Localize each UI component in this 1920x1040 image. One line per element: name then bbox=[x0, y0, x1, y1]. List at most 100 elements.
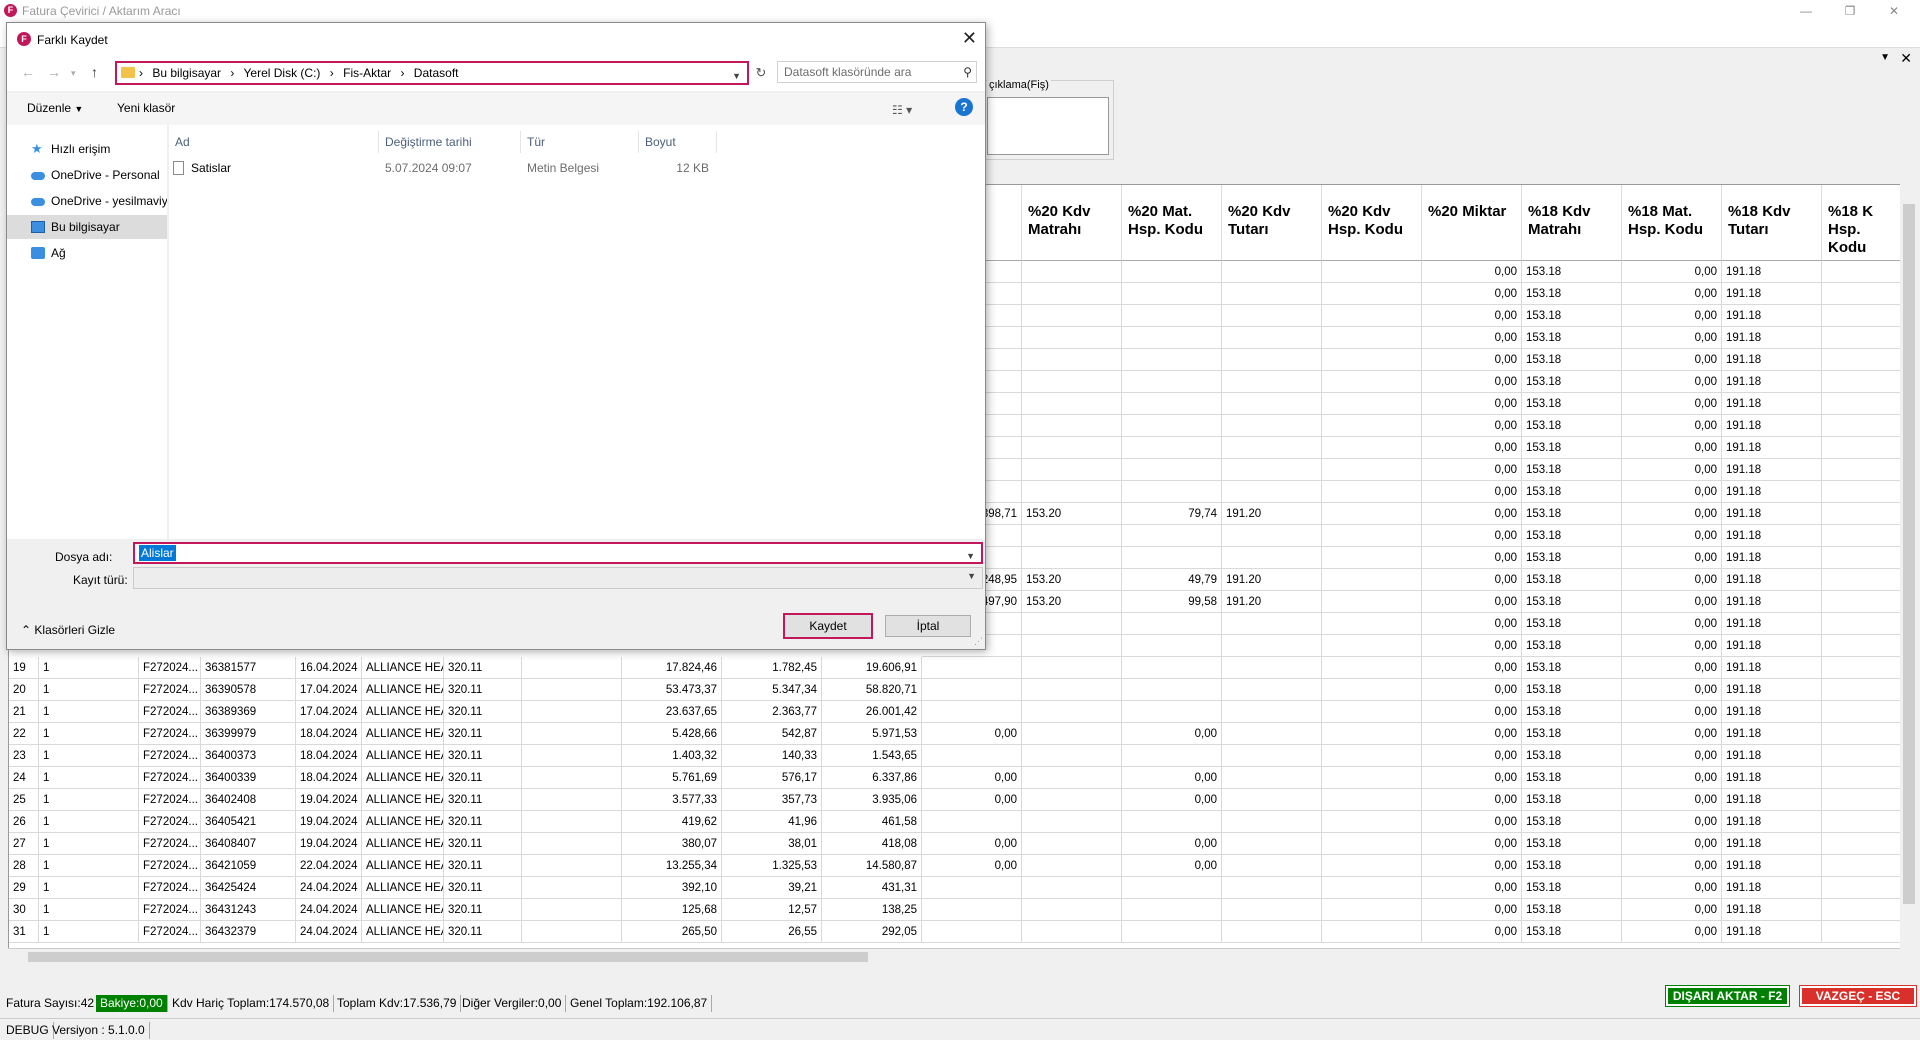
kdv18-mat-kod-cell[interactable]: 153.18 bbox=[1522, 437, 1622, 459]
kdv18-tutar-cell[interactable]: 0,00 bbox=[1622, 547, 1722, 569]
kdv18-mat-kod-cell[interactable]: 153.18 bbox=[1522, 481, 1622, 503]
cell-v3[interactable]: 5.971,53 bbox=[822, 723, 922, 745]
kdv20-tutar-cell[interactable] bbox=[1122, 371, 1222, 393]
kdv18-matrah-cell[interactable]: 0,00 bbox=[1422, 745, 1522, 767]
grid-cell[interactable] bbox=[1822, 811, 1900, 833]
kdv20-miktar-cell[interactable] bbox=[1322, 283, 1422, 305]
kdv20-hsp-kod-cell[interactable]: 191.20 bbox=[1222, 503, 1322, 525]
kdv20-miktar-cell[interactable] bbox=[1322, 811, 1422, 833]
fis-description-input[interactable] bbox=[987, 97, 1109, 155]
kdv18-hsp-kod-cell[interactable]: 191.18 bbox=[1722, 877, 1822, 899]
cell-no[interactable]: 29 bbox=[9, 877, 39, 899]
cell-acc[interactable]: 320.11 bbox=[444, 657, 522, 679]
breadcrumb-local-disk[interactable]: Yerel Disk (C:) bbox=[244, 66, 321, 80]
kdv20-mat-kod-cell[interactable] bbox=[1022, 855, 1122, 877]
kdv18-mat-kod-cell[interactable]: 153.18 bbox=[1522, 745, 1622, 767]
kdv18-tutar-cell[interactable]: 0,00 bbox=[1622, 635, 1722, 657]
kdv18-tutar-cell[interactable]: 0,00 bbox=[1622, 789, 1722, 811]
dialog-close-icon[interactable]: ✕ bbox=[962, 28, 977, 49]
cell-no[interactable]: 22 bbox=[9, 723, 39, 745]
kdv18-hsp-kod-cell[interactable]: 191.18 bbox=[1722, 657, 1822, 679]
cell-v3[interactable]: 6.337,86 bbox=[822, 767, 922, 789]
kdv20-mat-kod-cell[interactable] bbox=[1022, 437, 1122, 459]
kdv18-hsp-kod-cell[interactable]: 191.18 bbox=[1722, 437, 1822, 459]
kdv18-mat-kod-cell[interactable]: 153.18 bbox=[1522, 833, 1622, 855]
cell-no[interactable]: 24 bbox=[9, 767, 39, 789]
cell-v1[interactable]: 17.824,46 bbox=[622, 657, 722, 679]
kdv18-matrah-cell[interactable]: 0,00 bbox=[1422, 393, 1522, 415]
kdv18-hsp-kod-cell[interactable]: 191.18 bbox=[1722, 591, 1822, 613]
kdv20-hsp-kod-cell[interactable] bbox=[1222, 657, 1322, 679]
kdv18-hsp-kod-cell[interactable]: 191.18 bbox=[1722, 327, 1822, 349]
kdv20-miktar-cell[interactable] bbox=[1322, 745, 1422, 767]
kdv18-hsp-kod-cell[interactable]: 191.18 bbox=[1722, 503, 1822, 525]
kdv20-miktar-cell[interactable] bbox=[1322, 437, 1422, 459]
kdv18-mat-kod-cell[interactable]: 153.18 bbox=[1522, 855, 1622, 877]
kdv18-matrah-cell[interactable]: 0,00 bbox=[1422, 899, 1522, 921]
kdv18-matrah-cell[interactable]: 0,00 bbox=[1422, 569, 1522, 591]
kdv18-mat-kod-cell[interactable]: 153.18 bbox=[1522, 811, 1622, 833]
kdv18-hsp-kod-cell[interactable]: 191.18 bbox=[1722, 481, 1822, 503]
kdv20-tutar-cell[interactable] bbox=[1122, 877, 1222, 899]
cell-acc[interactable]: 320.11 bbox=[444, 679, 522, 701]
cell-blank[interactable] bbox=[522, 767, 622, 789]
kdv18-tutar-cell[interactable]: 0,00 bbox=[1622, 349, 1722, 371]
kdv18-matrah-cell[interactable]: 0,00 bbox=[1422, 679, 1522, 701]
kdv20-miktar-cell[interactable] bbox=[1322, 701, 1422, 723]
kdv18-hsp-kod-cell[interactable]: 191.18 bbox=[1722, 613, 1822, 635]
vertical-scrollbar[interactable] bbox=[1900, 184, 1918, 962]
cell-a[interactable]: 1 bbox=[39, 745, 139, 767]
kdv18-matrah-cell[interactable]: 0,00 bbox=[1422, 547, 1522, 569]
cell-b[interactable]: 36425424 bbox=[201, 877, 296, 899]
cell-b[interactable]: 36402408 bbox=[201, 789, 296, 811]
cell-fno[interactable]: F272024... bbox=[139, 745, 201, 767]
kdv20-hsp-kod-cell[interactable] bbox=[1222, 701, 1322, 723]
cell-no[interactable]: 21 bbox=[9, 701, 39, 723]
recent-chevron-icon[interactable]: ▾ bbox=[71, 68, 76, 79]
kdv18-mat-kod-cell[interactable]: 153.18 bbox=[1522, 415, 1622, 437]
cell-fno[interactable]: F272024... bbox=[139, 657, 201, 679]
column-header[interactable]: %20 Kdv Hsp. Kodu bbox=[1322, 185, 1422, 261]
nav-item-network[interactable]: Ağ bbox=[7, 241, 167, 265]
kdv18-mat-kod-cell[interactable]: 153.18 bbox=[1522, 877, 1622, 899]
cell-v3[interactable]: 3.935,06 bbox=[822, 789, 922, 811]
cell-b[interactable]: 36389369 bbox=[201, 701, 296, 723]
cell-a[interactable]: 1 bbox=[39, 789, 139, 811]
grid-cell[interactable] bbox=[1822, 921, 1900, 943]
cell-b[interactable]: 36390578 bbox=[201, 679, 296, 701]
cell-v3[interactable]: 418,08 bbox=[822, 833, 922, 855]
cell-name[interactable]: ALLIANCE HEA... bbox=[362, 855, 444, 877]
grid-cell[interactable] bbox=[1822, 591, 1900, 613]
kdv18-mat-kod-cell[interactable]: 153.18 bbox=[1522, 503, 1622, 525]
kdv20-miktar-cell[interactable] bbox=[1322, 481, 1422, 503]
column-header[interactable]: %18 Kdv Tutarı bbox=[1722, 185, 1822, 261]
kdv20-mat-kod-cell[interactable]: 153.20 bbox=[1022, 503, 1122, 525]
kdv20-tutar-cell[interactable] bbox=[1122, 547, 1222, 569]
cell-date[interactable]: 18.04.2024 bbox=[296, 767, 362, 789]
kdv18-mat-kod-cell[interactable]: 153.18 bbox=[1522, 349, 1622, 371]
kdv18-mat-kod-cell[interactable]: 153.18 bbox=[1522, 547, 1622, 569]
cell-b[interactable]: 36399979 bbox=[201, 723, 296, 745]
kdv20-tutar-cell[interactable] bbox=[1122, 811, 1222, 833]
cell-name[interactable]: ALLIANCE HEA... bbox=[362, 679, 444, 701]
kdv18-mat-kod-cell[interactable]: 153.18 bbox=[1522, 261, 1622, 283]
cell-a[interactable]: 1 bbox=[39, 701, 139, 723]
close-panel-icon[interactable]: ✕ bbox=[1900, 50, 1912, 67]
cell-acc[interactable]: 320.11 bbox=[444, 745, 522, 767]
export-button[interactable]: DIŞARI AKTAR - F2 bbox=[1665, 985, 1790, 1007]
cell-acc[interactable]: 320.11 bbox=[444, 701, 522, 723]
hscroll-thumb[interactable] bbox=[28, 952, 868, 962]
kdv20-mat-kod-cell[interactable] bbox=[1022, 459, 1122, 481]
cell-no[interactable]: 27 bbox=[9, 833, 39, 855]
kdv20-miktar-cell[interactable] bbox=[1322, 349, 1422, 371]
cell-date[interactable]: 24.04.2024 bbox=[296, 877, 362, 899]
kdv20-mat-kod-cell[interactable] bbox=[1022, 701, 1122, 723]
grid-cell[interactable] bbox=[1822, 855, 1900, 877]
cell-no[interactable]: 30 bbox=[9, 899, 39, 921]
file-row[interactable]: Satislar 5.07.2024 09:07 Metin Belgesi 1… bbox=[169, 157, 729, 179]
kdv20-tutar-cell[interactable] bbox=[1122, 635, 1222, 657]
kdv18-mat-kod-cell[interactable]: 153.18 bbox=[1522, 393, 1622, 415]
column-header[interactable]: %20 Miktar bbox=[1422, 185, 1522, 261]
cell-blank[interactable] bbox=[522, 679, 622, 701]
cell-name[interactable]: ALLIANCE HEA... bbox=[362, 657, 444, 679]
